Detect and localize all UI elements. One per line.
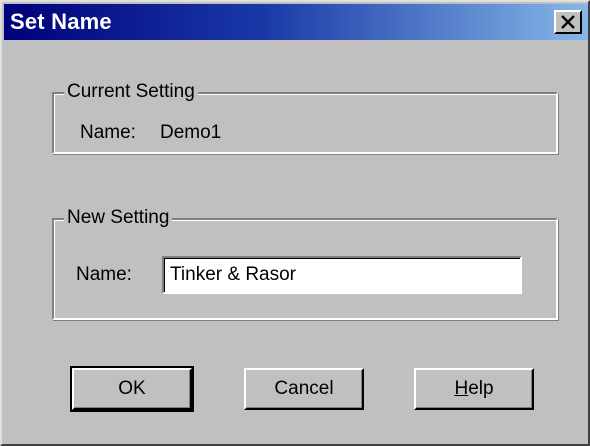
current-name-label: Name: — [80, 122, 136, 143]
new-name-input[interactable] — [162, 256, 522, 294]
ok-button[interactable]: OK — [70, 366, 194, 412]
current-setting-legend: Current Setting — [64, 80, 198, 104]
help-label-rest: elp — [468, 378, 494, 399]
current-name-value: Demo1 — [160, 122, 222, 143]
help-mnemonic: H — [454, 378, 469, 399]
title-bar[interactable]: Set Name — [4, 4, 588, 40]
new-name-label: Name: — [76, 264, 132, 285]
close-icon — [560, 15, 576, 29]
cancel-button[interactable]: Cancel — [244, 368, 364, 410]
close-button[interactable] — [554, 10, 582, 34]
help-button[interactable]: Help — [414, 368, 534, 410]
new-setting-legend: New Setting — [64, 206, 173, 230]
set-name-dialog: Set Name Current Setting Name: Demo1 New… — [0, 0, 590, 446]
window-title: Set Name — [10, 9, 112, 34]
